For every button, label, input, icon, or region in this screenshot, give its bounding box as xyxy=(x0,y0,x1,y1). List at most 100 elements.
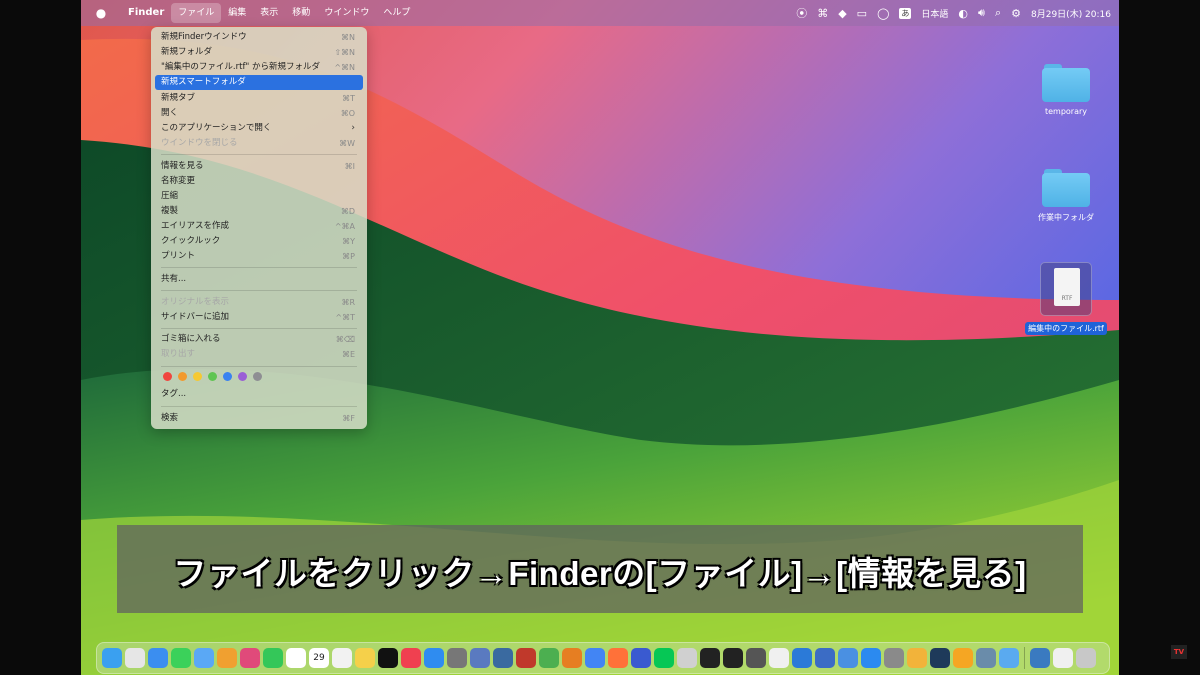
desktop-file-rtf[interactable]: RTF 編集中のファイル.rtf xyxy=(1021,262,1111,335)
ime-badge[interactable]: あ xyxy=(899,7,912,19)
dock-calendar-icon[interactable]: 29 xyxy=(309,648,329,668)
tag-red-dot[interactable] xyxy=(163,372,172,381)
menu-item-move-to-trash[interactable]: ゴミ箱に入れる ⌘⌫ xyxy=(155,332,363,347)
dock-app-icon[interactable] xyxy=(378,648,398,668)
dock-app-icon[interactable] xyxy=(1030,648,1050,668)
dock-app-icon[interactable] xyxy=(493,648,513,668)
menu-view[interactable]: 表示 xyxy=(253,3,285,23)
tag-gray-dot[interactable] xyxy=(253,372,262,381)
menu-window[interactable]: ウインドウ xyxy=(317,3,376,23)
menu-item-tags[interactable]: タグ... xyxy=(155,387,363,402)
dock-app-icon[interactable] xyxy=(332,648,352,668)
menu-file[interactable]: ファイル xyxy=(171,3,222,23)
input-source-label[interactable]: 日本語 xyxy=(921,7,948,20)
menu-separator xyxy=(161,154,357,155)
menu-item-get-info[interactable]: 情報を見る ⌘I xyxy=(155,159,363,174)
folder-icon xyxy=(1042,169,1090,207)
app-menu-finder[interactable]: Finder xyxy=(121,3,171,23)
command-key-icon[interactable]: ⌘ xyxy=(817,7,828,20)
tag-orange-dot[interactable] xyxy=(178,372,187,381)
dock-app-icon[interactable] xyxy=(930,648,950,668)
menu-item-show-original: オリジナルを表示 ⌘R xyxy=(161,297,355,307)
dock-app-icon[interactable] xyxy=(746,648,766,668)
dock-app-icon[interactable] xyxy=(815,648,835,668)
dock-app-icon[interactable] xyxy=(286,648,306,668)
dock-app-icon[interactable] xyxy=(355,648,375,668)
menu-help[interactable]: ヘルプ xyxy=(376,3,417,23)
dock-app-icon[interactable] xyxy=(171,648,191,668)
dock-app-icon[interactable] xyxy=(447,648,467,668)
tag-green-dot[interactable] xyxy=(208,372,217,381)
dock-app-icon[interactable] xyxy=(677,648,697,668)
dock-app-icon[interactable] xyxy=(562,648,582,668)
dock-app-icon[interactable] xyxy=(263,648,283,668)
dock-app-icon[interactable] xyxy=(907,648,927,668)
dock-app-icon[interactable] xyxy=(953,648,973,668)
dock-app-icon[interactable] xyxy=(723,648,743,668)
menu-clock[interactable]: 8月29日(木) 20:16 xyxy=(1031,7,1111,20)
desktop-folder-work[interactable]: 作業中フォルダ xyxy=(1021,169,1111,223)
dock-app-icon[interactable] xyxy=(1053,648,1073,668)
menu-item-new-smart-folder[interactable]: 新規スマートフォルダ xyxy=(155,75,363,90)
display-icon[interactable]: ◐ xyxy=(958,7,968,20)
dock-app-icon[interactable] xyxy=(217,648,237,668)
dock-separator xyxy=(1024,647,1025,669)
dock-app-icon[interactable] xyxy=(516,648,536,668)
menu-item-add-to-sidebar[interactable]: サイドバーに追加 ^⌘T xyxy=(155,310,363,325)
menu-item-quick-look[interactable]: クイックルック ⌘Y xyxy=(155,234,363,249)
menu-item-new-folder-from-selection[interactable]: "編集中のファイル.rtf" から新規フォルダ ^⌘N xyxy=(155,60,363,75)
dock-app-icon[interactable] xyxy=(884,648,904,668)
dock-app-icon[interactable] xyxy=(424,648,444,668)
dock-app-icon[interactable] xyxy=(470,648,490,668)
dock-app-icon[interactable] xyxy=(102,648,122,668)
menu-item-find[interactable]: 検索 ⌘F xyxy=(155,411,363,426)
dock-app-icon[interactable] xyxy=(631,648,651,668)
dock-app-icon[interactable] xyxy=(769,648,789,668)
menu-item-duplicate[interactable]: 複製 ⌘D xyxy=(155,204,363,219)
dock-app-icon[interactable] xyxy=(999,648,1019,668)
dropbox-icon[interactable]: ◆ xyxy=(838,7,846,20)
tag-blue-dot[interactable] xyxy=(223,372,232,381)
menu-go[interactable]: 移動 xyxy=(285,3,317,23)
screen-record-icon[interactable]: ⦿ xyxy=(796,5,807,21)
menu-item-rename[interactable]: 名称変更 xyxy=(155,174,363,189)
dock-app-icon[interactable] xyxy=(976,648,996,668)
apple-menu-icon[interactable]: ● xyxy=(81,3,121,23)
desktop-folder-temporary[interactable]: temporary xyxy=(1021,64,1111,116)
menu-item-new-finder-window[interactable]: 新規Finderウインドウ ⌘N xyxy=(155,30,363,45)
dock-app-icon[interactable] xyxy=(401,648,421,668)
menu-item-share[interactable]: 共有... xyxy=(155,272,363,287)
dock-app-icon[interactable] xyxy=(654,648,674,668)
menu-item-new-tab[interactable]: 新規タブ ⌘T xyxy=(155,91,363,106)
line-icon[interactable]: ◯ xyxy=(877,7,889,20)
menu-item-open-with[interactable]: このアプリケーションで開く › xyxy=(155,121,363,136)
menu-item-compress[interactable]: 圧縮 xyxy=(155,189,363,204)
dock-app-icon[interactable] xyxy=(792,648,812,668)
search-icon[interactable]: ⌕ xyxy=(995,6,1001,20)
dock-app-icon[interactable] xyxy=(700,648,720,668)
control-center-icon[interactable]: ⚙︎ xyxy=(1011,7,1021,20)
desktop-screen: ● Finder ファイル 編集 表示 移動 ウインドウ ヘルプ ⦿ ⌘ ◆ ▭… xyxy=(81,0,1119,675)
volume-icon[interactable]: 🔊︎ xyxy=(978,6,985,20)
dock-app-icon[interactable] xyxy=(539,648,559,668)
desktop-item-label: temporary xyxy=(1044,107,1088,116)
menu-item-open[interactable]: 開く ⌘O xyxy=(155,106,363,121)
menu-item-print[interactable]: プリント ⌘P xyxy=(155,249,363,264)
dock-app-icon[interactable] xyxy=(194,648,214,668)
dock-app-icon[interactable] xyxy=(125,648,145,668)
tag-purple-dot[interactable] xyxy=(238,372,247,381)
dock-app-icon[interactable] xyxy=(1076,648,1096,668)
dock-app-icon[interactable] xyxy=(861,648,881,668)
tag-yellow-dot[interactable] xyxy=(193,372,202,381)
dock-app-icon[interactable] xyxy=(585,648,605,668)
dock-app-icon[interactable] xyxy=(838,648,858,668)
battery-icon[interactable]: ▭ xyxy=(857,7,867,20)
menu-edit[interactable]: 編集 xyxy=(221,3,253,23)
tag-color-picker xyxy=(163,372,262,381)
menu-item-new-folder[interactable]: 新規フォルダ ⇧⌘N xyxy=(155,45,363,60)
folder-icon xyxy=(1042,64,1090,102)
dock-app-icon[interactable] xyxy=(148,648,168,668)
menu-item-make-alias[interactable]: エイリアスを作成 ^⌘A xyxy=(155,219,363,234)
dock-app-icon[interactable] xyxy=(608,648,628,668)
dock-app-icon[interactable] xyxy=(240,648,260,668)
